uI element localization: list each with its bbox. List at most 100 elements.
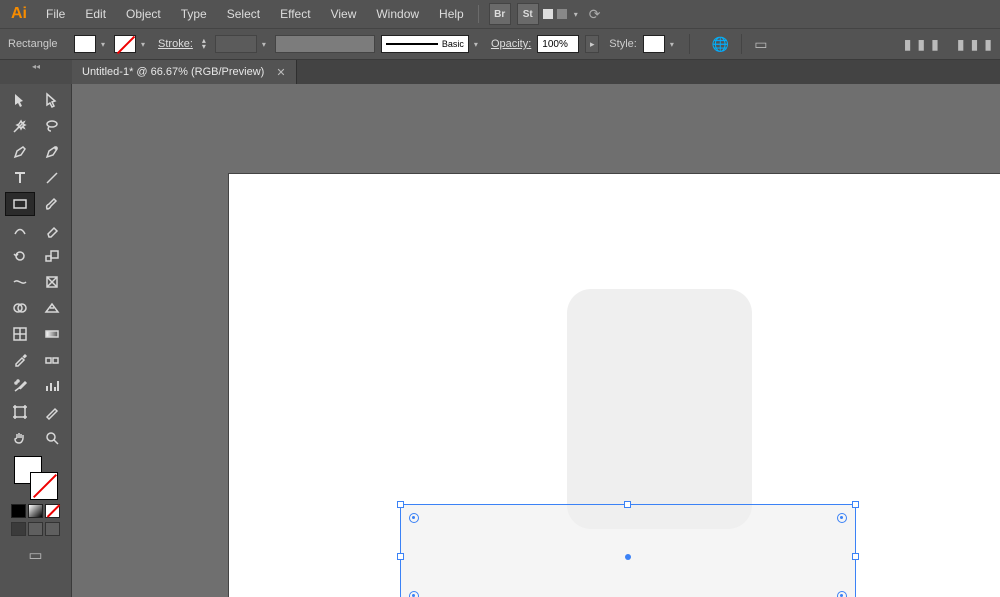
stroke-weight-stepper[interactable]: ▴▾ bbox=[199, 38, 209, 50]
workspace-switcher[interactable]: ▾ bbox=[543, 9, 581, 19]
fill-swatch bbox=[74, 35, 96, 53]
blend-tool[interactable] bbox=[37, 348, 67, 372]
pen-tool[interactable] bbox=[5, 140, 35, 164]
color-gradient-button[interactable] bbox=[28, 504, 43, 518]
variable-width-field bbox=[215, 35, 257, 53]
curvature-tool[interactable] bbox=[37, 140, 67, 164]
selection-kind-label: Rectangle bbox=[8, 38, 68, 50]
opacity-label[interactable]: Opacity: bbox=[491, 38, 531, 50]
align-vcenter-icon[interactable]: ▮ bbox=[971, 36, 979, 53]
width-tool[interactable] bbox=[5, 270, 35, 294]
hand-tool[interactable] bbox=[5, 426, 35, 450]
eyedropper-tool[interactable] bbox=[5, 348, 35, 372]
menu-object[interactable]: Object bbox=[116, 3, 171, 25]
draw-normal-button[interactable] bbox=[11, 522, 26, 536]
artwork-rounded-rect[interactable] bbox=[567, 289, 752, 529]
align-hcenter-icon[interactable]: ▮ bbox=[917, 36, 925, 53]
symbol-sprayer-tool[interactable] bbox=[5, 374, 35, 398]
live-corner-widget[interactable] bbox=[837, 591, 847, 597]
zoom-tool[interactable] bbox=[37, 426, 67, 450]
main-area: ▭ B bbox=[0, 84, 1000, 597]
perspective-grid-tool[interactable] bbox=[37, 296, 67, 320]
resize-handle-mr[interactable] bbox=[852, 553, 859, 560]
draw-behind-button[interactable] bbox=[28, 522, 43, 536]
toolbox: ▭ bbox=[0, 84, 72, 597]
chevron-down-icon: ▾ bbox=[98, 40, 108, 49]
resize-handle-tl[interactable] bbox=[397, 501, 404, 508]
draw-mode-row bbox=[11, 522, 60, 536]
menu-view[interactable]: View bbox=[321, 3, 367, 25]
live-corner-widget[interactable] bbox=[409, 513, 419, 523]
align-right-icon[interactable]: ▮ bbox=[931, 36, 939, 53]
mesh-tool[interactable] bbox=[5, 322, 35, 346]
toolbox-dock-toggle[interactable]: ◂◂ bbox=[0, 60, 72, 84]
artboard[interactable]: B bbox=[229, 174, 1000, 597]
resize-handle-tm[interactable] bbox=[624, 501, 631, 508]
column-graph-tool[interactable] bbox=[37, 374, 67, 398]
shaper-tool[interactable] bbox=[5, 218, 35, 242]
live-corner-widget[interactable] bbox=[409, 591, 419, 597]
menu-effect[interactable]: Effect bbox=[270, 3, 320, 25]
stroke-color-picker[interactable]: ▾ bbox=[114, 35, 148, 53]
document-tab-title: Untitled-1* @ 66.67% (RGB/Preview) bbox=[82, 66, 264, 78]
stroke-indicator[interactable] bbox=[30, 472, 58, 500]
brush-definition-field[interactable] bbox=[275, 35, 375, 53]
line-segment-tool[interactable] bbox=[37, 166, 67, 190]
document-setup-icon[interactable]: ▭ bbox=[754, 36, 767, 53]
eraser-tool[interactable] bbox=[37, 218, 67, 242]
shape-builder-tool[interactable] bbox=[5, 296, 35, 320]
graphic-style-picker[interactable]: ▾ bbox=[643, 35, 677, 53]
canvas[interactable]: B bbox=[72, 84, 1000, 597]
direct-selection-tool[interactable] bbox=[37, 88, 67, 112]
brush-basic-label: Basic bbox=[442, 39, 464, 49]
brush-basic-slot: Basic bbox=[381, 35, 469, 53]
opacity-value-field[interactable]: 100% bbox=[537, 35, 579, 53]
menu-window[interactable]: Window bbox=[366, 3, 429, 25]
menu-select[interactable]: Select bbox=[217, 3, 270, 25]
menu-edit[interactable]: Edit bbox=[75, 3, 116, 25]
selected-rectangle[interactable] bbox=[400, 504, 856, 597]
document-tab[interactable]: Untitled-1* @ 66.67% (RGB/Preview) ✕ bbox=[72, 60, 297, 84]
color-solid-button[interactable] bbox=[11, 504, 26, 518]
control-divider bbox=[741, 34, 742, 54]
bridge-button[interactable]: Br bbox=[489, 3, 511, 25]
variable-width-profile[interactable]: ▾ bbox=[215, 35, 269, 53]
free-transform-tool[interactable] bbox=[37, 270, 67, 294]
artboard-tool[interactable] bbox=[5, 400, 35, 424]
brush-preset[interactable]: Basic ▾ bbox=[381, 35, 481, 53]
align-bottom-icon[interactable]: ▮ bbox=[984, 36, 992, 53]
menu-help[interactable]: Help bbox=[429, 3, 474, 25]
menubar-divider bbox=[478, 5, 479, 23]
stock-button[interactable]: St bbox=[517, 3, 539, 25]
rotate-tool[interactable] bbox=[5, 244, 35, 268]
resize-handle-tr[interactable] bbox=[852, 501, 859, 508]
style-swatch bbox=[643, 35, 665, 53]
lasso-tool[interactable] bbox=[37, 114, 67, 138]
draw-inside-button[interactable] bbox=[45, 522, 60, 536]
magic-wand-tool[interactable] bbox=[5, 114, 35, 138]
gradient-tool[interactable] bbox=[37, 322, 67, 346]
color-none-button[interactable] bbox=[45, 504, 60, 518]
fill-stroke-indicator[interactable] bbox=[14, 456, 58, 500]
sync-settings-icon[interactable]: ⟳ bbox=[589, 6, 601, 23]
resize-handle-ml[interactable] bbox=[397, 553, 404, 560]
fill-color-picker[interactable]: ▾ bbox=[74, 35, 108, 53]
close-tab-icon[interactable]: ✕ bbox=[276, 66, 285, 79]
align-top-icon[interactable]: ▮ bbox=[957, 36, 965, 53]
align-left-icon[interactable]: ▮ bbox=[904, 36, 912, 53]
screen-mode-button[interactable]: ▭ bbox=[28, 546, 42, 564]
recolor-artwork-icon[interactable]: 🌐 bbox=[712, 36, 729, 53]
slice-tool[interactable] bbox=[37, 400, 67, 424]
scale-tool[interactable] bbox=[37, 244, 67, 268]
type-tool[interactable] bbox=[5, 166, 35, 190]
menu-type[interactable]: Type bbox=[171, 3, 217, 25]
style-label: Style: bbox=[609, 38, 637, 50]
stroke-label[interactable]: Stroke: bbox=[158, 38, 193, 50]
rectangle-tool[interactable] bbox=[5, 192, 35, 216]
opacity-flyout-button[interactable]: ▸ bbox=[585, 35, 599, 53]
selection-tool[interactable] bbox=[5, 88, 35, 112]
live-corner-widget[interactable] bbox=[837, 513, 847, 523]
paintbrush-tool[interactable] bbox=[37, 192, 67, 216]
menu-file[interactable]: File bbox=[36, 3, 75, 25]
no-stroke-swatch bbox=[114, 35, 136, 53]
